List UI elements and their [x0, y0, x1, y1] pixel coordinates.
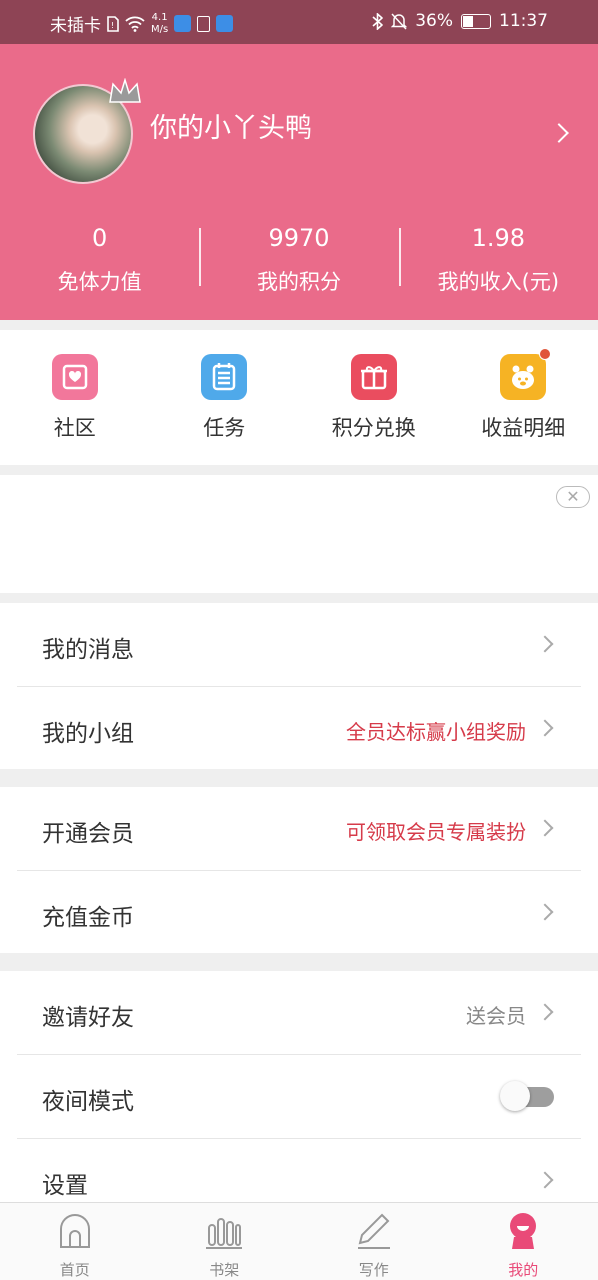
tab-mine[interactable]: 我的 — [449, 1203, 598, 1280]
menu-item-label: 邀请好友 — [42, 1005, 134, 1031]
stat-stamina[interactable]: 0 免体力值 — [0, 224, 199, 296]
sim-icon: ! — [107, 15, 119, 32]
menu-item-label: 我的消息 — [42, 637, 134, 663]
quick-action-label: 任务 — [203, 416, 246, 440]
bluetooth-icon — [372, 12, 384, 30]
notification-dot — [539, 348, 552, 360]
stat-income[interactable]: 1.98 我的收入(元) — [398, 224, 598, 296]
bookshelf-icon — [206, 1218, 243, 1249]
heart-envelope-icon — [51, 354, 98, 400]
stat-value: 1.98 — [471, 224, 526, 252]
chevron-right-icon — [536, 903, 554, 921]
stat-value: 0 — [92, 224, 108, 252]
chevron-right-icon — [536, 1003, 554, 1021]
profile-icon — [510, 1213, 537, 1249]
quick-actions: 社区 任务 积分兑换 收益明细 — [0, 330, 598, 465]
quick-action-label: 收益明细 — [481, 416, 566, 440]
profile-header[interactable]: 你的小丫头鸭 0 免体力值 9970 我的积分 1.98 我的收入(元) — [0, 44, 598, 320]
status-bar: 未插卡 ! 4.1 M/s 36% 11:37 — [0, 0, 598, 44]
tab-write[interactable]: 写作 — [299, 1203, 449, 1280]
mute-bell-icon — [391, 12, 408, 30]
carrier-text: 未插卡 — [50, 16, 101, 36]
banner-area[interactable]: ✕ — [0, 475, 598, 593]
app-notification-icon — [174, 15, 192, 32]
piggy-bank-icon — [500, 348, 552, 400]
menu-group-social: 我的消息 我的小组 全员达标赢小组奖励 — [0, 603, 598, 769]
menu-item-night-mode: 夜间模式 — [17, 1055, 581, 1139]
stat-points[interactable]: 9970 我的积分 — [199, 224, 398, 296]
chevron-right-icon — [536, 719, 554, 737]
clipboard-icon — [197, 15, 211, 32]
tab-label: 我的 — [508, 1261, 539, 1279]
menu-item-label: 设置 — [42, 1173, 88, 1199]
avatar-container[interactable] — [33, 78, 141, 188]
menu-item-group[interactable]: 我的小组 全员达标赢小组奖励 — [17, 687, 581, 771]
svg-text:!: ! — [111, 21, 114, 30]
menu-item-messages[interactable]: 我的消息 — [17, 603, 581, 687]
menu-item-label: 我的小组 — [42, 721, 134, 747]
bottom-tab-bar: 首页 书架 写作 我的 — [0, 1202, 598, 1280]
tab-label: 写作 — [358, 1261, 389, 1279]
menu-group-membership: 开通会员 可领取会员专属装扮 充值金币 — [0, 787, 598, 953]
menu-item-settings[interactable]: 设置 — [17, 1139, 581, 1202]
quick-action-label: 积分兑换 — [331, 416, 416, 440]
quick-action-label: 社区 — [53, 416, 96, 440]
crown-icon — [109, 78, 141, 103]
tab-label: 书架 — [209, 1261, 240, 1279]
battery-icon — [461, 13, 491, 29]
quick-action-earnings[interactable]: 收益明细 — [449, 330, 598, 465]
night-mode-toggle[interactable] — [500, 1081, 554, 1111]
wifi-icon — [125, 16, 145, 32]
chevron-right-icon — [536, 819, 554, 837]
stat-label: 我的积分 — [256, 270, 341, 294]
quick-action-tasks[interactable]: 任务 — [150, 330, 300, 465]
stats-row: 0 免体力值 9970 我的积分 1.98 我的收入(元) — [0, 224, 598, 296]
tab-home[interactable]: 首页 — [0, 1203, 150, 1280]
clock: 11:37 — [499, 11, 548, 31]
home-icon — [59, 1214, 90, 1248]
network-speed: 4.1 M/s — [151, 11, 169, 35]
menu-item-label: 开通会员 — [42, 821, 134, 847]
quick-action-community[interactable]: 社区 — [0, 330, 150, 465]
menu-group-settings: 邀请好友 送会员 夜间模式 设置 — [0, 971, 598, 1202]
nickname[interactable]: 你的小丫头鸭 — [150, 106, 312, 145]
gift-icon — [350, 354, 397, 400]
stat-value: 9970 — [268, 224, 330, 252]
chevron-right-icon — [536, 635, 554, 653]
menu-item-hint: 送会员 — [466, 1004, 526, 1028]
menu-item-label: 夜间模式 — [42, 1089, 134, 1115]
tab-bookshelf[interactable]: 书架 — [150, 1203, 300, 1280]
app-notification-icon — [216, 15, 234, 32]
tab-label: 首页 — [59, 1261, 90, 1279]
task-list-icon — [201, 354, 248, 400]
menu-item-hint: 全员达标赢小组奖励 — [346, 720, 526, 744]
menu-item-invite[interactable]: 邀请好友 送会员 — [17, 971, 581, 1055]
menu-item-vip[interactable]: 开通会员 可领取会员专属装扮 — [17, 787, 581, 871]
chevron-right-icon[interactable] — [549, 123, 569, 143]
stat-label: 我的收入(元) — [437, 270, 560, 294]
toggle-knob — [500, 1081, 530, 1111]
menu-item-hint: 可领取会员专属装扮 — [346, 820, 526, 844]
battery-percent: 36% — [415, 11, 453, 31]
menu-item-recharge[interactable]: 充值金币 — [17, 871, 581, 955]
pen-icon — [357, 1213, 390, 1249]
quick-action-redeem[interactable]: 积分兑换 — [299, 330, 449, 465]
close-icon[interactable]: ✕ — [556, 486, 590, 508]
stat-label: 免体力值 — [57, 270, 142, 294]
chevron-right-icon — [536, 1171, 554, 1189]
menu-item-label: 充值金币 — [42, 905, 134, 931]
